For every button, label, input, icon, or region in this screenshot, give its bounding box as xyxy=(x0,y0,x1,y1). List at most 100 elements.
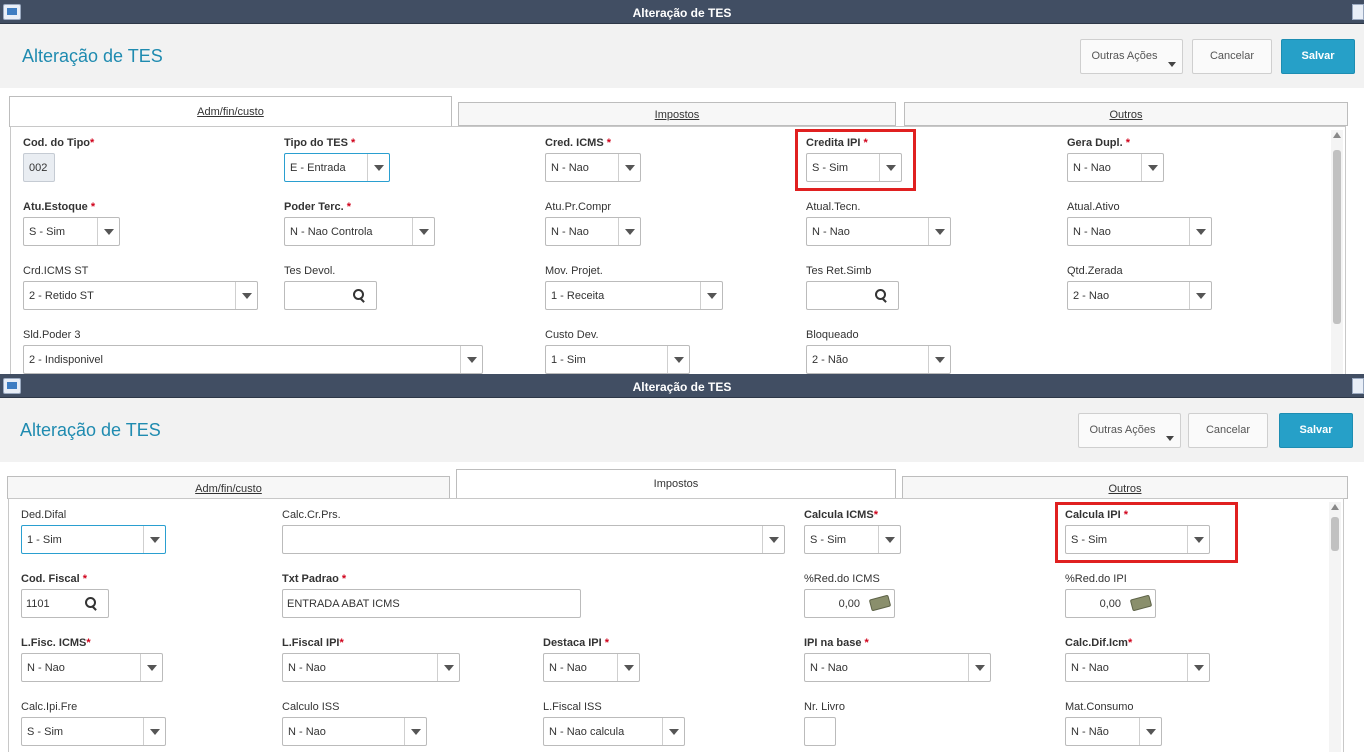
ded-difal-select[interactable]: 1 - Sim xyxy=(21,525,166,554)
vertical-scrollbar[interactable] xyxy=(1331,130,1343,374)
cancel-button[interactable]: Cancelar xyxy=(1192,39,1272,74)
vertical-scrollbar[interactable] xyxy=(1329,502,1341,752)
red-ipi-input[interactable]: 0,00 xyxy=(1065,589,1156,618)
dropdown-arrow-icon[interactable] xyxy=(143,718,165,745)
field-label: Atu.Pr.Compr xyxy=(545,201,612,213)
dropdown-arrow-icon[interactable] xyxy=(404,718,426,745)
dropdown-arrow-icon[interactable] xyxy=(460,346,482,373)
search-icon[interactable] xyxy=(353,289,366,303)
dropdown-arrow-icon[interactable] xyxy=(97,218,119,245)
lfiscal-ipi-select[interactable]: N - Nao xyxy=(282,653,460,682)
calc-ipi-fre-select[interactable]: S - Sim xyxy=(21,717,166,746)
field-label: %Red.do ICMS xyxy=(804,573,880,585)
qtd-zerada-select[interactable]: 2 - Nao xyxy=(1067,281,1212,310)
tipo-tes-select[interactable]: E - Entrada xyxy=(284,153,390,182)
field-calcula-icms: Calcula ICMS* S - Sim xyxy=(804,509,904,555)
field-label: Custo Dev. xyxy=(545,329,599,341)
cred-icms-select[interactable]: N - Nao xyxy=(545,153,641,182)
dropdown-arrow-icon[interactable] xyxy=(1141,154,1163,181)
save-button[interactable]: Salvar xyxy=(1279,413,1353,448)
dropdown-arrow-icon[interactable] xyxy=(968,654,990,681)
other-actions-button[interactable]: Outras Ações xyxy=(1080,39,1183,74)
cod-fiscal-input[interactable]: 1101 xyxy=(21,589,109,618)
tes-ret-simb-input[interactable] xyxy=(806,281,899,310)
calc-cr-prs-select[interactable] xyxy=(282,525,785,554)
poder-terc-select[interactable]: N - Nao Controla xyxy=(284,217,435,246)
lfisc-icms-select[interactable]: N - Nao xyxy=(21,653,163,682)
dropdown-arrow-icon[interactable] xyxy=(618,218,640,245)
dropdown-arrow-icon[interactable] xyxy=(140,654,162,681)
calcula-icms-select[interactable]: S - Sim xyxy=(804,525,901,554)
tab-impostos[interactable]: Impostos xyxy=(458,102,896,126)
dropdown-arrow-icon[interactable] xyxy=(618,154,640,181)
scroll-thumb[interactable] xyxy=(1331,517,1339,551)
field-atu-pr-compr: Atu.Pr.Compr N - Nao xyxy=(545,201,645,247)
dropdown-arrow-icon[interactable] xyxy=(143,526,165,553)
tab-outros[interactable]: Outros xyxy=(904,102,1348,126)
dropdown-arrow-icon[interactable] xyxy=(1189,218,1211,245)
required-mark: * xyxy=(1127,637,1133,649)
atual-ativo-select[interactable]: N - Nao xyxy=(1067,217,1212,246)
dropdown-arrow-icon[interactable] xyxy=(412,218,434,245)
custo-dev-select[interactable]: 1 - Sim xyxy=(545,345,690,374)
atu-estoque-select[interactable]: S - Sim xyxy=(23,217,120,246)
dropdown-arrow-icon[interactable] xyxy=(878,526,900,553)
ipi-na-base-select[interactable]: N - Nao xyxy=(804,653,991,682)
dropdown-arrow-icon[interactable] xyxy=(662,718,684,745)
other-actions-button[interactable]: Outras Ações xyxy=(1078,413,1181,448)
dropdown-arrow-icon[interactable] xyxy=(1139,718,1161,745)
field-value: 2 - Não xyxy=(812,354,849,366)
txt-padrao-input[interactable]: ENTRADA ABAT ICMS xyxy=(282,589,581,618)
atual-tecn-select[interactable]: N - Nao xyxy=(806,217,951,246)
field-sld-poder-3: Sld.Poder 3 2 - Indisponivel xyxy=(23,329,488,374)
dropdown-arrow-icon[interactable] xyxy=(617,654,639,681)
dropdown-arrow-icon[interactable] xyxy=(367,154,389,181)
atu-pr-compr-select[interactable]: N - Nao xyxy=(545,217,641,246)
tes-devol-input[interactable] xyxy=(284,281,377,310)
gera-dupl-select[interactable]: N - Nao xyxy=(1067,153,1164,182)
red-icms-input[interactable]: 0,00 xyxy=(804,589,895,618)
scroll-up-icon[interactable] xyxy=(1333,132,1341,138)
window-control-icon[interactable] xyxy=(1352,378,1364,394)
mov-projet-select[interactable]: 1 - Receita xyxy=(545,281,723,310)
dropdown-arrow-icon[interactable] xyxy=(700,282,722,309)
window-titlebar: Alteração de TES xyxy=(0,0,1364,24)
dropdown-arrow-icon[interactable] xyxy=(928,346,950,373)
nr-livro-input[interactable] xyxy=(804,717,836,746)
calculo-iss-select[interactable]: N - Nao xyxy=(282,717,427,746)
dropdown-arrow-icon[interactable] xyxy=(1189,282,1211,309)
field-label: Gera Dupl. * xyxy=(1067,137,1130,149)
tab-impostos[interactable]: Impostos xyxy=(456,469,896,499)
field-calc-cr-prs: Calc.Cr.Prs. xyxy=(282,509,787,555)
field-mat-consumo: Mat.Consumo N - Não xyxy=(1065,701,1165,747)
crd-icms-st-select[interactable]: 2 - Retido ST xyxy=(23,281,258,310)
dropdown-arrow-icon[interactable] xyxy=(762,526,784,553)
tab-adm-fin-custo[interactable]: Adm/fin/custo xyxy=(9,96,452,127)
chevron-down-icon xyxy=(1166,436,1174,441)
cod-tipo-input[interactable]: 002 xyxy=(23,153,55,182)
bloqueado-select[interactable]: 2 - Não xyxy=(806,345,951,374)
lfiscal-iss-select[interactable]: N - Nao calcula xyxy=(543,717,685,746)
label-text: Calcula ICMS xyxy=(804,509,874,521)
window-control-icon[interactable] xyxy=(1352,4,1364,20)
tab-outros[interactable]: Outros xyxy=(902,476,1348,499)
field-label: IPI na base * xyxy=(804,637,869,649)
calc-dif-icm-select[interactable]: N - Nao xyxy=(1065,653,1210,682)
field-label: Mov. Projet. xyxy=(545,265,603,277)
field-label: Nr. Livro xyxy=(804,701,845,713)
dropdown-arrow-icon[interactable] xyxy=(928,218,950,245)
dropdown-arrow-icon[interactable] xyxy=(437,654,459,681)
dropdown-arrow-icon[interactable] xyxy=(1187,654,1209,681)
scroll-thumb[interactable] xyxy=(1333,150,1341,324)
sld-poder-3-select[interactable]: 2 - Indisponivel xyxy=(23,345,483,374)
search-icon[interactable] xyxy=(875,289,888,303)
search-icon[interactable] xyxy=(85,597,98,611)
dropdown-arrow-icon[interactable] xyxy=(667,346,689,373)
tab-adm-fin-custo[interactable]: Adm/fin/custo xyxy=(7,476,450,499)
scroll-up-icon[interactable] xyxy=(1331,504,1339,510)
cancel-button[interactable]: Cancelar xyxy=(1188,413,1268,448)
destaca-ipi-select[interactable]: N - Nao xyxy=(543,653,640,682)
dropdown-arrow-icon[interactable] xyxy=(235,282,257,309)
mat-consumo-select[interactable]: N - Não xyxy=(1065,717,1162,746)
save-button[interactable]: Salvar xyxy=(1281,39,1355,74)
